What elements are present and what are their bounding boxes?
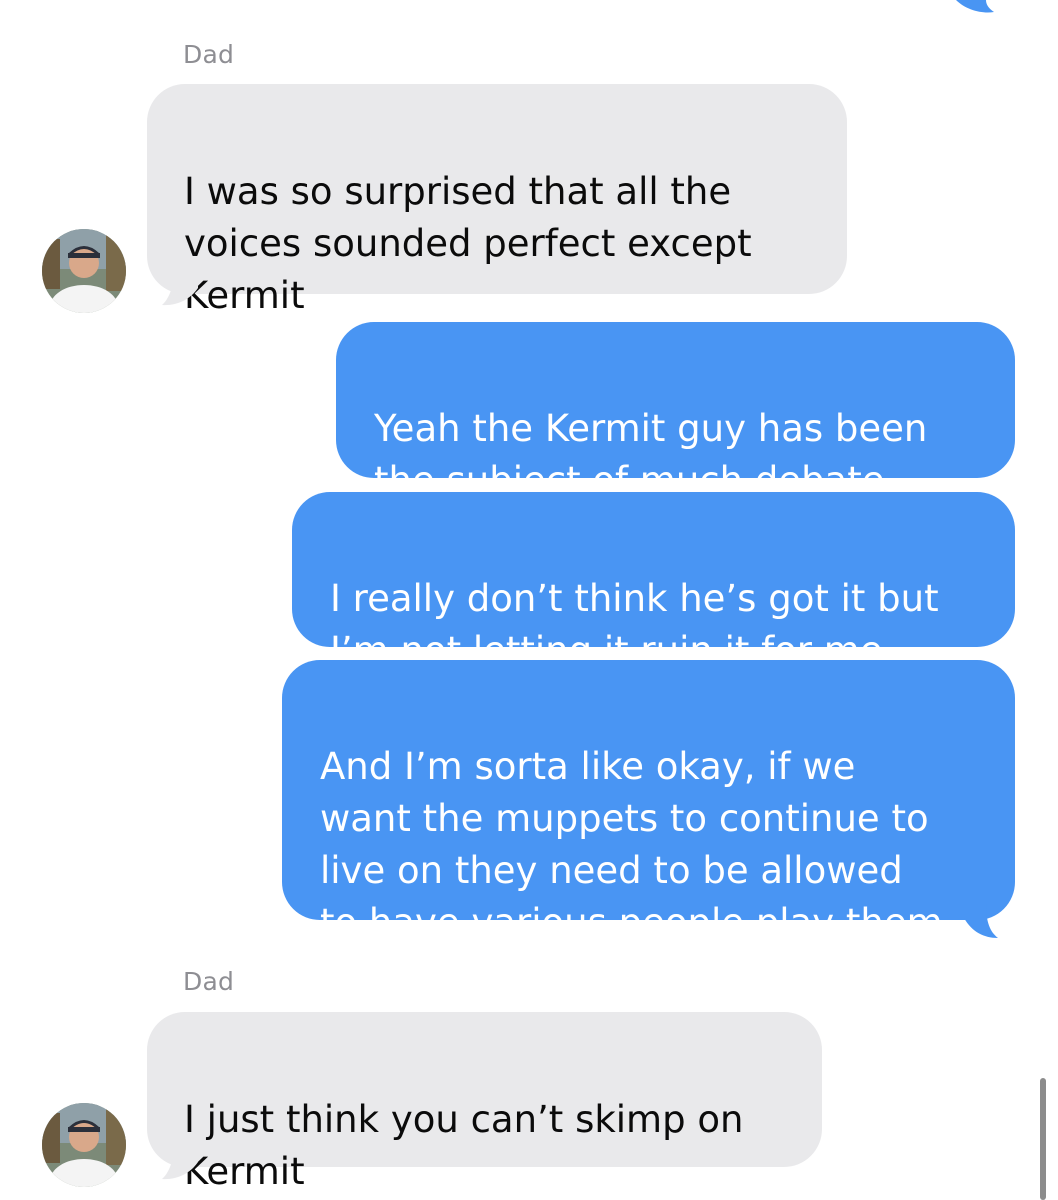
avatar[interactable]	[42, 1103, 126, 1187]
message-text: I was so surprised that all the voices s…	[184, 170, 752, 317]
message-text: Yeah the Kermit guy has been the subject…	[374, 407, 928, 502]
sender-name: Dad	[183, 967, 235, 996]
scrollbar[interactable]	[1040, 1078, 1046, 1200]
incoming-bubble-tail	[162, 270, 198, 306]
outgoing-message-bubble[interactable]: I really don’t think he’s got it but I’m…	[292, 492, 1015, 672]
incoming-message-bubble[interactable]: I just think you can’t skimp on Kermit	[147, 1012, 822, 1193]
message-thread: Dad I was so surprised that all the voic…	[0, 0, 1058, 1200]
previous-bubble-tail	[956, 0, 994, 13]
message-text: And I’m sorta like okay, if we want the …	[320, 745, 943, 944]
incoming-message-bubble[interactable]: I was so surprised that all the voices s…	[147, 84, 847, 317]
message-text: I really don’t think he’s got it but I’m…	[330, 577, 939, 672]
avatar-photo	[42, 1103, 126, 1187]
outgoing-message-bubble[interactable]: Yeah the Kermit guy has been the subject…	[336, 322, 1015, 502]
avatar[interactable]	[42, 229, 126, 313]
incoming-bubble-tail	[162, 1144, 198, 1180]
outgoing-message-bubble[interactable]: And I’m sorta like okay, if we want the …	[282, 660, 1015, 944]
outgoing-bubble-tail	[964, 904, 998, 938]
message-text: I just think you can’t skimp on Kermit	[184, 1098, 744, 1193]
sender-name: Dad	[183, 40, 235, 69]
avatar-photo	[42, 229, 126, 313]
